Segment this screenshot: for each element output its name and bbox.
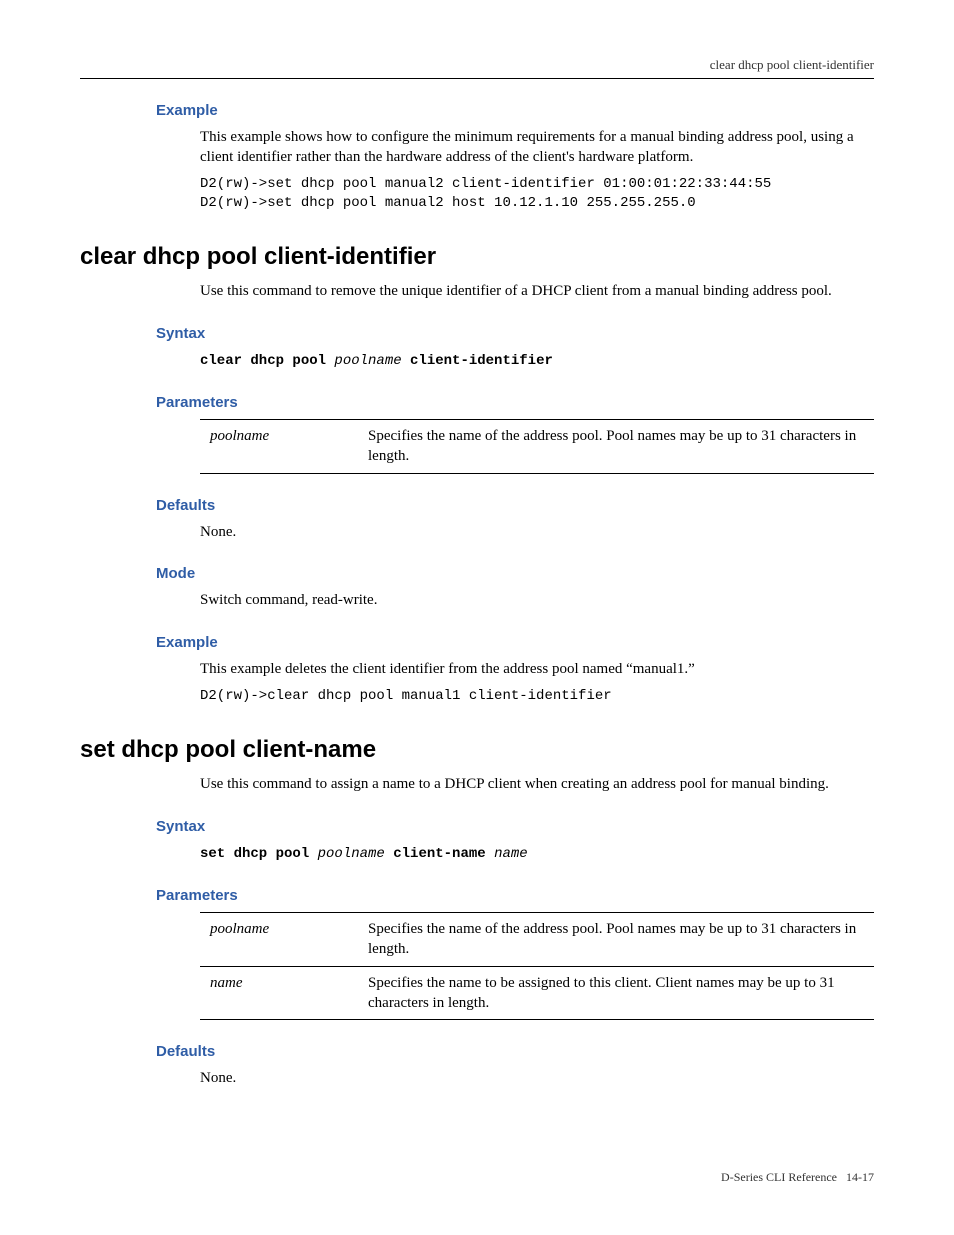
section-heading-parameters: Parameters: [156, 886, 874, 906]
parameters-table: poolname Specifies the name of the addre…: [200, 419, 874, 474]
command-title: set dhcp pool client-name: [80, 734, 874, 766]
command-title: clear dhcp pool client-identifier: [80, 241, 874, 273]
param-desc: Specifies the name of the address pool. …: [368, 913, 874, 967]
section-heading-defaults: Defaults: [156, 1042, 874, 1062]
command-intro: Use this command to assign a name to a D…: [200, 774, 874, 794]
example-body: This example shows how to configure the …: [200, 127, 874, 168]
param-name: name: [200, 966, 368, 1020]
defaults-body: None.: [200, 522, 874, 542]
footer-booktitle: D-Series CLI Reference: [721, 1170, 837, 1184]
syntax-bold: client-identifier: [402, 353, 553, 369]
example-body: This example deletes the client identifi…: [200, 659, 874, 679]
mode-body: Switch command, read-write.: [200, 590, 874, 610]
syntax-italic: poolname: [334, 353, 401, 369]
page-header-reference: clear dhcp pool client-identifier: [80, 56, 874, 78]
section-heading-example: Example: [156, 633, 874, 653]
param-desc: Specifies the name of the address pool. …: [368, 420, 874, 474]
param-name: poolname: [200, 913, 368, 967]
section-heading-syntax: Syntax: [156, 324, 874, 344]
section-heading-parameters: Parameters: [156, 393, 874, 413]
parameters-table: poolname Specifies the name of the addre…: [200, 912, 874, 1020]
section-heading-syntax: Syntax: [156, 817, 874, 837]
syntax-italic: name: [494, 846, 528, 862]
defaults-body: None.: [200, 1068, 874, 1088]
example-code: D2(rw)->clear dhcp pool manual1 client-i…: [200, 687, 874, 706]
table-row: name Specifies the name to be assigned t…: [200, 966, 874, 1020]
param-desc: Specifies the name to be assigned to thi…: [368, 966, 874, 1020]
example-code: D2(rw)->set dhcp pool manual2 client-ide…: [200, 175, 874, 213]
header-rule: [80, 78, 874, 79]
syntax-bold: client-name: [385, 846, 494, 862]
syntax-bold: clear dhcp pool: [200, 353, 334, 369]
page-footer: D-Series CLI Reference 14-17: [80, 1169, 874, 1185]
command-intro: Use this command to remove the unique id…: [200, 281, 874, 301]
table-row: poolname Specifies the name of the addre…: [200, 420, 874, 474]
section-heading-example: Example: [156, 101, 874, 121]
section-heading-defaults: Defaults: [156, 496, 874, 516]
table-row: poolname Specifies the name of the addre…: [200, 913, 874, 967]
section-heading-mode: Mode: [156, 564, 874, 584]
syntax-bold: set dhcp pool: [200, 846, 318, 862]
param-name: poolname: [200, 420, 368, 474]
footer-pagenum: 14-17: [846, 1170, 874, 1184]
syntax-italic: poolname: [318, 846, 385, 862]
